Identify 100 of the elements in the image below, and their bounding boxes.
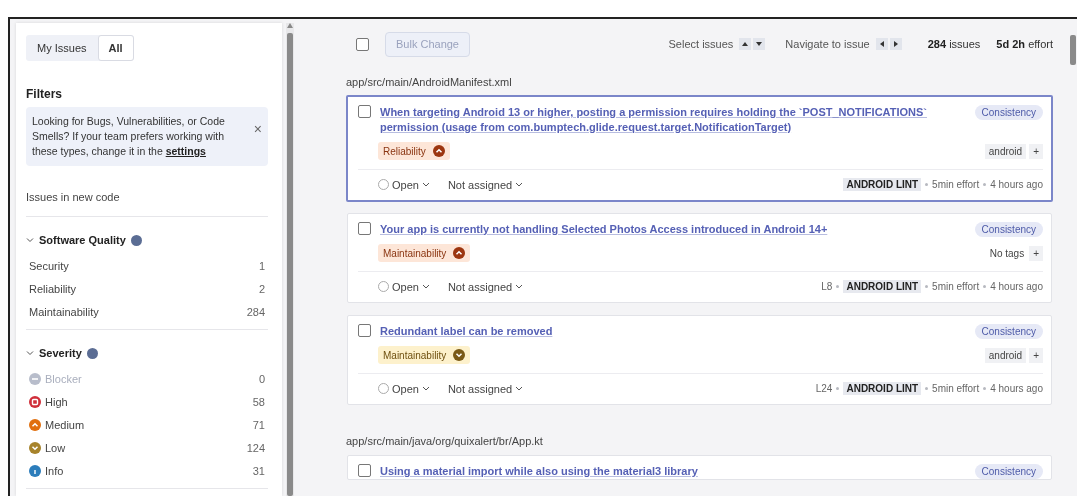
chevron-down-icon [421, 284, 430, 289]
assignee-dropdown[interactable]: Not assigned [447, 280, 524, 293]
scope-tab[interactable]: All [97, 35, 134, 61]
add-tag-button[interactable]: + [1029, 347, 1043, 363]
new-code-filter[interactable]: Issues in new code [26, 166, 268, 216]
checkbox[interactable] [358, 222, 371, 235]
filter-item[interactable]: Low 124 [26, 436, 268, 459]
filter-item[interactable]: Medium 71 [26, 413, 268, 436]
issue-card[interactable]: Redundant label can be removed Consistency Maintainability android + Open Not assigned L24 ANDROID LINT 5min effort 4 hours ago [347, 315, 1052, 405]
help-icon [130, 234, 142, 246]
checkbox[interactable] [358, 464, 371, 477]
radio-icon [378, 281, 389, 292]
checkbox[interactable] [358, 105, 371, 118]
scope-tab[interactable]: My Issues [26, 35, 98, 61]
effort-text: 5min effort [932, 179, 980, 190]
filter-label: Info [45, 464, 64, 477]
notice-text: Looking for Bugs, Vulnerabilities, or Code Smells? If your team prefers working with these types, change it in the settings [32, 114, 226, 159]
filter-label: Reliability [29, 282, 77, 295]
filter-label: Security [29, 259, 69, 272]
dot-icon [983, 183, 987, 186]
caret-up-icon [741, 40, 750, 48]
issue-title-link[interactable]: Redundant label can be removed [380, 324, 966, 339]
quality-badge[interactable]: Reliability [378, 142, 450, 160]
attribute-tag: Consistency [974, 222, 1043, 237]
issue-card[interactable] [346, 95, 1053, 202]
status-dropdown[interactable]: Open [378, 280, 430, 293]
engine-label: ANDROID LINT [843, 280, 922, 293]
filter-count: 2 [258, 282, 265, 295]
status-dropdown[interactable]: Open [378, 382, 430, 395]
filter-label: High [45, 395, 68, 408]
add-tag-button[interactable]: + [1029, 245, 1043, 261]
effort-total: 5d 2h effort [996, 38, 1053, 50]
chevron-down-icon [515, 284, 524, 289]
effort-text: 5min effort [932, 383, 980, 394]
issues-count: 284 issues [927, 38, 981, 50]
caret-down-icon [755, 40, 764, 48]
filter-item[interactable]: Reliability 2 [26, 277, 268, 300]
dot-icon [925, 183, 929, 186]
close-button[interactable]: × [253, 120, 262, 138]
status-dropdown[interactable]: Open [378, 178, 430, 191]
assignee-dropdown[interactable]: Not assigned [447, 178, 524, 191]
dot-icon [836, 387, 840, 390]
section-header[interactable]: Severity [26, 330, 98, 367]
quality-label: Maintainability [383, 247, 447, 259]
filter-count: 58 [252, 395, 265, 408]
previous-button[interactable] [875, 38, 888, 50]
chevron-down-icon [515, 182, 524, 187]
filter-label: Low [45, 441, 66, 454]
issue-card[interactable]: Using a material import while also using the material3 library Consistency [347, 455, 1052, 480]
next-button[interactable] [753, 38, 766, 50]
assignee-dropdown[interactable]: Not assigned [447, 382, 524, 395]
filter-item[interactable]: High 58 [26, 390, 268, 413]
filter-label: Blocker [45, 372, 82, 385]
select-all-checkbox[interactable] [356, 37, 369, 51]
chevron-down-icon [421, 182, 430, 187]
chevron-down-icon [421, 386, 430, 391]
attribute-tag: Consistency [974, 464, 1043, 479]
chevron-down-icon [26, 236, 34, 244]
dot-icon [983, 387, 987, 390]
filter-item[interactable]: Info 31 [26, 459, 268, 482]
previous-button[interactable] [739, 38, 752, 50]
section-header[interactable]: Software Quality [26, 217, 142, 254]
engine-label: ANDROID LINT [843, 382, 922, 395]
add-tag-button[interactable]: + [1029, 143, 1043, 159]
caret-right-icon [891, 40, 900, 48]
attribute-tag: Consistency [974, 324, 1043, 339]
radio-icon [378, 383, 389, 394]
effort-text: 5min effort [932, 281, 980, 292]
attribute-tag: Consistency [974, 105, 1043, 120]
line-number: L8 [821, 281, 833, 292]
engine-label: ANDROID LINT [843, 178, 922, 191]
chevron-down-icon [26, 349, 34, 357]
filter-item[interactable]: Maintainability 284 [26, 300, 268, 323]
next-button[interactable] [889, 38, 902, 50]
age-text: 4 hours ago [990, 281, 1043, 292]
age-text: 4 hours ago [990, 383, 1043, 394]
settings-link[interactable]: settings [165, 145, 206, 157]
filter-item[interactable]: Security 1 [26, 254, 268, 277]
quality-badge[interactable]: Maintainability [378, 244, 471, 262]
filter-count: 0 [258, 372, 265, 385]
issue-title-link[interactable]: Using a material import while also using the material3 library [380, 464, 966, 479]
quality-label: Maintainability [383, 349, 447, 361]
dot-icon [925, 387, 929, 390]
file-path: app/src/main/AndroidManifest.xml [346, 75, 513, 90]
tag: android [984, 143, 1027, 159]
filter-count: 284 [246, 305, 265, 318]
dot-icon [925, 285, 929, 288]
issue-title-link[interactable]: When targeting Android 13 or higher, posting a permission requires holding the `POST_NOTIFICATIONS` permission (usage from com.bumptech.glide.request.target.NotificationTarget) [380, 105, 966, 135]
filters-heading: Filters [26, 87, 63, 101]
age-text: 4 hours ago [990, 179, 1043, 190]
scrollbar[interactable] [286, 23, 294, 496]
issue-card[interactable]: Your app is currently not handling Selected Photos Access introduced in Android 14+ Consistency Maintainability No tags + Open Not assigned L8 ANDROID LINT 5min effort 4 hours ago [347, 213, 1052, 303]
select-issues-label: Select issues [668, 38, 734, 50]
issue-title-link[interactable]: Your app is currently not handling Selected Photos Access introduced in Android 14+ [380, 222, 966, 237]
checkbox[interactable] [358, 324, 371, 337]
filter-label: Maintainability [29, 305, 99, 318]
radio-icon [378, 179, 389, 190]
chevron-down-icon [515, 386, 524, 391]
file-path: app/src/main/java/org/quixalert/br/App.kt [346, 434, 544, 449]
quality-badge[interactable]: Maintainability [378, 346, 471, 364]
